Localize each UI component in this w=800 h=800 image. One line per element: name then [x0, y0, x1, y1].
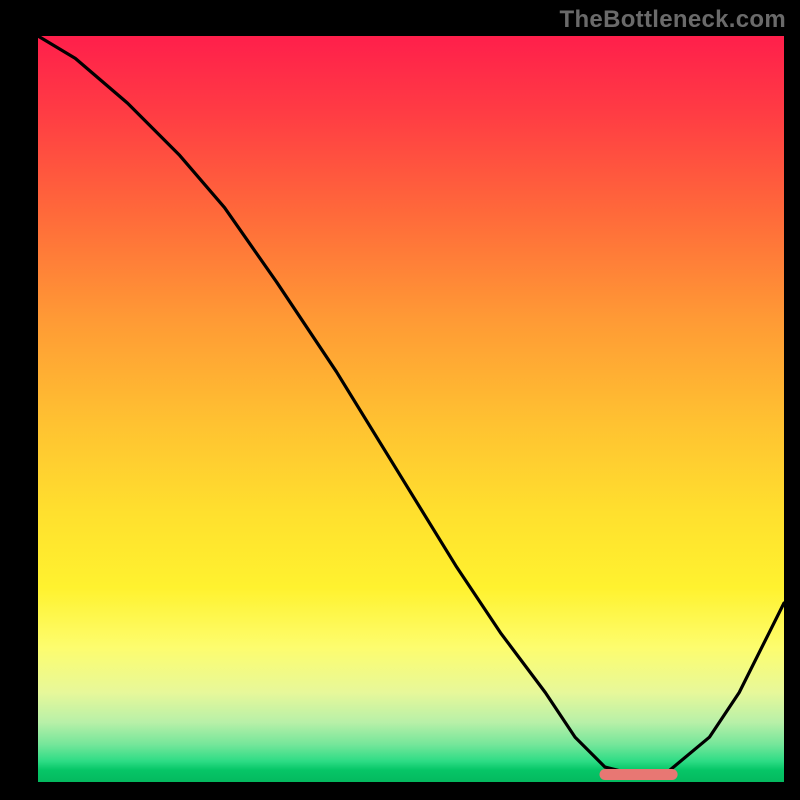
- chart-svg: [38, 36, 784, 782]
- bottleneck-curve: [38, 36, 784, 775]
- watermark-label: TheBottleneck.com: [560, 6, 786, 34]
- chart-stage: TheBottleneck.com: [0, 0, 800, 800]
- plot-area: [38, 36, 784, 782]
